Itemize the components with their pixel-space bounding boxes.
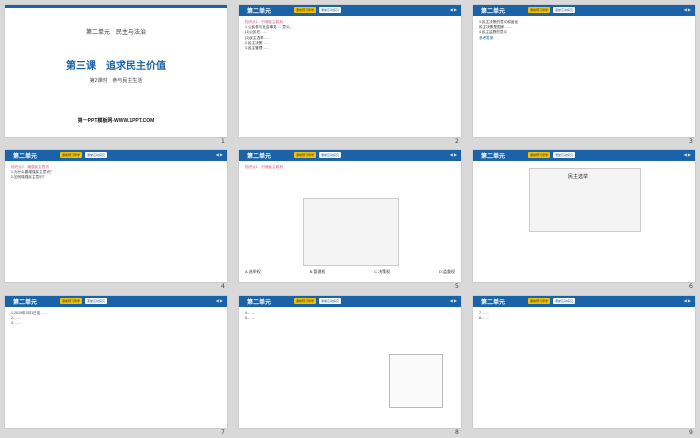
nav-arrows-icon[interactable]: ◀ ▶ <box>684 298 691 303</box>
top-stripe <box>5 5 227 8</box>
slide-3[interactable]: 第二单元 课前预习导学 课堂互动探究 ◀ ▶ 3.民主决策的意义和途径 民主决策… <box>473 5 695 137</box>
unit-name: 第二单元 <box>247 9 272 15</box>
tab-preview[interactable]: 课前预习导学 <box>294 7 316 13</box>
nav-arrows-icon[interactable]: ◀ ▶ <box>684 7 691 12</box>
unit-name: 第二单元 <box>13 154 38 160</box>
options-row: A.选举权 B.管理权 C.决策权 D.监督权 <box>245 269 455 275</box>
tab-interactive[interactable]: 课堂互动探究 <box>319 298 341 304</box>
slide-number: 5 <box>455 283 459 290</box>
tab-preview[interactable]: 课前预习导学 <box>294 298 316 304</box>
tab-preview[interactable]: 课前预习导学 <box>294 152 316 158</box>
tab-interactive[interactable]: 课堂互动探究 <box>85 152 107 158</box>
subtitle: 第2课时 参与民主生活 <box>89 78 143 84</box>
slide-6[interactable]: 第二单元 课前预习导学 课堂互动探究 ◀ ▶ 民主选举 <box>473 150 695 282</box>
option-a[interactable]: A.选举权 <box>245 269 261 275</box>
unit-name: 第二单元 <box>247 154 272 160</box>
slide-2[interactable]: 第二单元 课前预习导学 课堂互动探究 ◀ ▶ 知识点1 行使民主权利 1.公民参… <box>239 5 461 137</box>
tab-preview[interactable]: 课前预习导学 <box>528 7 550 13</box>
document-image <box>389 354 443 408</box>
slide-header: 第二单元 课前预习导学 课堂互动探究 ◀ ▶ <box>473 150 695 161</box>
slide-number: 8 <box>455 429 459 436</box>
cartoon-caption: 民主选举 <box>568 174 589 180</box>
tab-interactive[interactable]: 课堂互动探究 <box>553 298 575 304</box>
slide-header: 第二单元 课前预习导学 课堂互动探究 ◀ ▶ <box>5 296 227 307</box>
tab-interactive[interactable]: 课堂互动探究 <box>319 7 341 13</box>
tab-preview[interactable]: 课前预习导学 <box>60 152 82 158</box>
slide-number: 6 <box>689 283 693 290</box>
slide-content: 知识点1 行使民主权利 <box>245 165 455 170</box>
slide-content: 知识点2 增强民主意识 1.为什么要增强民主意识？ 2.如何增强民主意识？ <box>11 165 221 181</box>
content-line: 8.…… <box>479 316 490 321</box>
slide-number: 4 <box>221 283 225 290</box>
slide-content: 知识点1 行使民主权利 1.公民参与社会事务 … 意义。 (1)公民在…… (2… <box>245 20 455 51</box>
answer-note: 参考答案 <box>479 35 494 40</box>
slide-9[interactable]: 第二单元 课前预习导学 课堂互动探究 ◀ ▶ 7.…… 8.…… <box>473 296 695 428</box>
nav-arrows-icon[interactable]: ◀ ▶ <box>450 298 457 303</box>
nav-arrows-icon[interactable]: ◀ ▶ <box>450 152 457 157</box>
nav-arrows-icon[interactable]: ◀ ▶ <box>450 7 457 12</box>
unit-name: 第二单元 <box>481 9 506 15</box>
tab-interactive[interactable]: 课堂互动探究 <box>319 152 341 158</box>
cartoon-image: 民主选举 <box>529 168 641 232</box>
nav-arrows-icon[interactable]: ◀ ▶ <box>216 298 223 303</box>
option-c[interactable]: C.决策权 <box>374 269 390 275</box>
slide-1[interactable]: 第二单元 民主与法治 第三课 追求民主价值 第2课时 参与民主生活 第一PPT模… <box>5 5 227 137</box>
slide-header: 第二单元 课前预习导学 课堂互动探究 ◀ ▶ <box>5 150 227 161</box>
tab-interactive[interactable]: 课堂互动探究 <box>85 298 107 304</box>
slide-header: 第二单元 课前预习导学 课堂互动探究 ◀ ▶ <box>473 5 695 16</box>
lesson-title: 第三课 追求民主价值 <box>66 61 166 72</box>
unit-name: 第二单元 <box>247 300 272 306</box>
content-line: 3.民主管理…… <box>245 46 270 51</box>
slide-content: 4.…… 5.…… <box>245 311 455 321</box>
option-d[interactable]: D.监督权 <box>439 269 455 275</box>
section-title: 知识点1 行使民主权利 <box>245 165 283 169</box>
slide-5[interactable]: 第二单元 课前预习导学 课堂互动探究 ◀ ▶ 知识点1 行使民主权利 A.选举权… <box>239 150 461 282</box>
slide-header: 第二单元 课前预习导学 课堂互动探究 ◀ ▶ <box>239 150 461 161</box>
slide-number: 7 <box>221 429 225 436</box>
content-line: 2.如何增强民主意识？ <box>11 175 47 180</box>
slide-header: 第二单元 课前预习导学 课堂互动探究 ◀ ▶ <box>239 5 461 16</box>
option-b[interactable]: B.管理权 <box>310 269 326 275</box>
slide-number: 3 <box>689 138 693 145</box>
slide-8[interactable]: 第二单元 课前预习导学 课堂互动探究 ◀ ▶ 4.…… 5.…… <box>239 296 461 428</box>
slide-header: 第二单元 课前预习导学 课堂互动探究 ◀ ▶ <box>473 296 695 307</box>
tab-interactive[interactable]: 课堂互动探究 <box>553 152 575 158</box>
unit-name: 第二单元 <box>481 300 506 306</box>
slide-content: 1.2019年3月1日至…… 2.…… 3.…… <box>11 311 221 327</box>
unit-name: 第二单元 <box>13 300 38 306</box>
slide-7[interactable]: 第二单元 课前预习导学 课堂互动探究 ◀ ▶ 1.2019年3月1日至…… 2.… <box>5 296 227 428</box>
cartoon-image <box>303 198 399 266</box>
content-line: 5.…… <box>245 316 256 321</box>
content-line: 3.…… <box>11 321 22 326</box>
tab-preview[interactable]: 课前预习导学 <box>528 152 550 158</box>
slide-number: 1 <box>221 138 225 145</box>
slide-number: 2 <box>455 138 459 145</box>
unit-label: 第二单元 民主与法治 <box>85 30 146 36</box>
slide-content: 3.民主决策的意义和途径 民主决策是国家 …… 4.民主监督的意义 参考答案 <box>479 20 689 41</box>
unit-name: 第二单元 <box>481 154 506 160</box>
nav-arrows-icon[interactable]: ◀ ▶ <box>684 152 691 157</box>
tab-preview[interactable]: 课前预习导学 <box>528 298 550 304</box>
nav-arrows-icon[interactable]: ◀ ▶ <box>216 152 223 157</box>
slide-number: 9 <box>689 429 693 436</box>
slide-4[interactable]: 第二单元 课前预习导学 课堂互动探究 ◀ ▶ 知识点2 增强民主意识 1.为什么… <box>5 150 227 282</box>
slide-header: 第二单元 课前预习导学 课堂互动探究 ◀ ▶ <box>239 296 461 307</box>
tab-preview[interactable]: 课前预习导学 <box>60 298 82 304</box>
tab-interactive[interactable]: 课堂互动探究 <box>553 7 575 13</box>
footer-link[interactable]: 第一PPT模板网-WWW.1PPT.COM <box>5 117 227 124</box>
slide-content: 7.…… 8.…… <box>479 311 689 321</box>
